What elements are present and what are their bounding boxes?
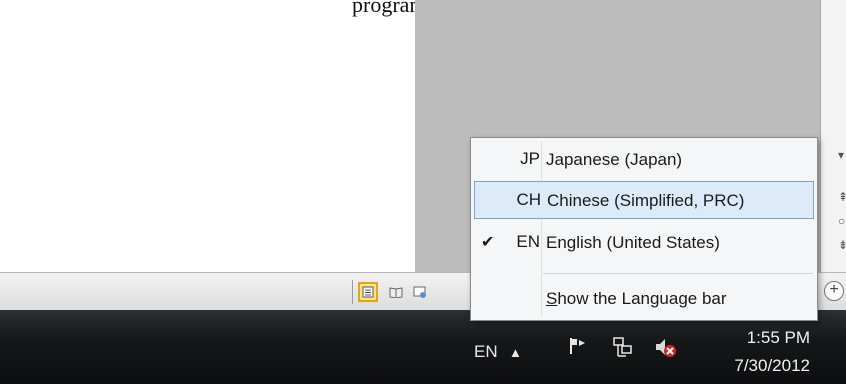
status-separator	[352, 280, 353, 304]
language-name: Japanese (Japan)	[546, 150, 683, 169]
checkmark-icon: ✔	[481, 234, 495, 251]
print-layout-icon	[362, 286, 374, 298]
select-browse-object-icon[interactable]: ○	[838, 214, 845, 228]
language-code: JP	[520, 149, 540, 168]
show-language-bar-label: Show the Language bar	[546, 289, 727, 308]
menu-item-chinese[interactable]: CH Chinese (Simplified, PRC)	[474, 181, 814, 219]
previous-page-icon[interactable]: ⇞	[838, 190, 846, 204]
clock-time[interactable]: 1:55 PM	[747, 328, 810, 348]
language-code: EN	[516, 232, 540, 251]
book-icon	[389, 287, 403, 298]
web-layout-icon	[413, 286, 426, 298]
language-indicator[interactable]: EN	[474, 342, 498, 362]
clock-date[interactable]: 7/30/2012	[734, 356, 810, 376]
show-hidden-icons-button[interactable]: ▲	[509, 345, 522, 360]
scroll-down-icon[interactable]: ▾	[838, 148, 844, 162]
language-name: Chinese (Simplified, PRC)	[547, 191, 745, 210]
zoom-in-button[interactable]: +	[824, 281, 844, 301]
print-layout-button[interactable]	[358, 282, 378, 302]
menu-item-english[interactable]: ✔ EN English (United States)	[474, 224, 814, 262]
language-name: English (United States)	[546, 233, 720, 252]
next-page-icon[interactable]: ⇟	[838, 238, 846, 252]
taskbar	[0, 310, 846, 384]
language-menu: JP Japanese (Japan) CH Chinese (Simplifi…	[470, 137, 818, 321]
web-layout-button[interactable]	[410, 282, 430, 302]
network-icon[interactable]	[612, 336, 634, 358]
menu-separator	[543, 273, 813, 274]
menu-item-japanese[interactable]: JP Japanese (Japan)	[474, 141, 814, 179]
full-screen-reading-button[interactable]	[386, 282, 406, 302]
language-code: CH	[516, 190, 541, 209]
flag-icon[interactable]	[568, 336, 588, 356]
volume-muted-icon[interactable]	[654, 336, 678, 358]
menu-item-show-language-bar[interactable]: Show the Language bar	[474, 280, 814, 318]
